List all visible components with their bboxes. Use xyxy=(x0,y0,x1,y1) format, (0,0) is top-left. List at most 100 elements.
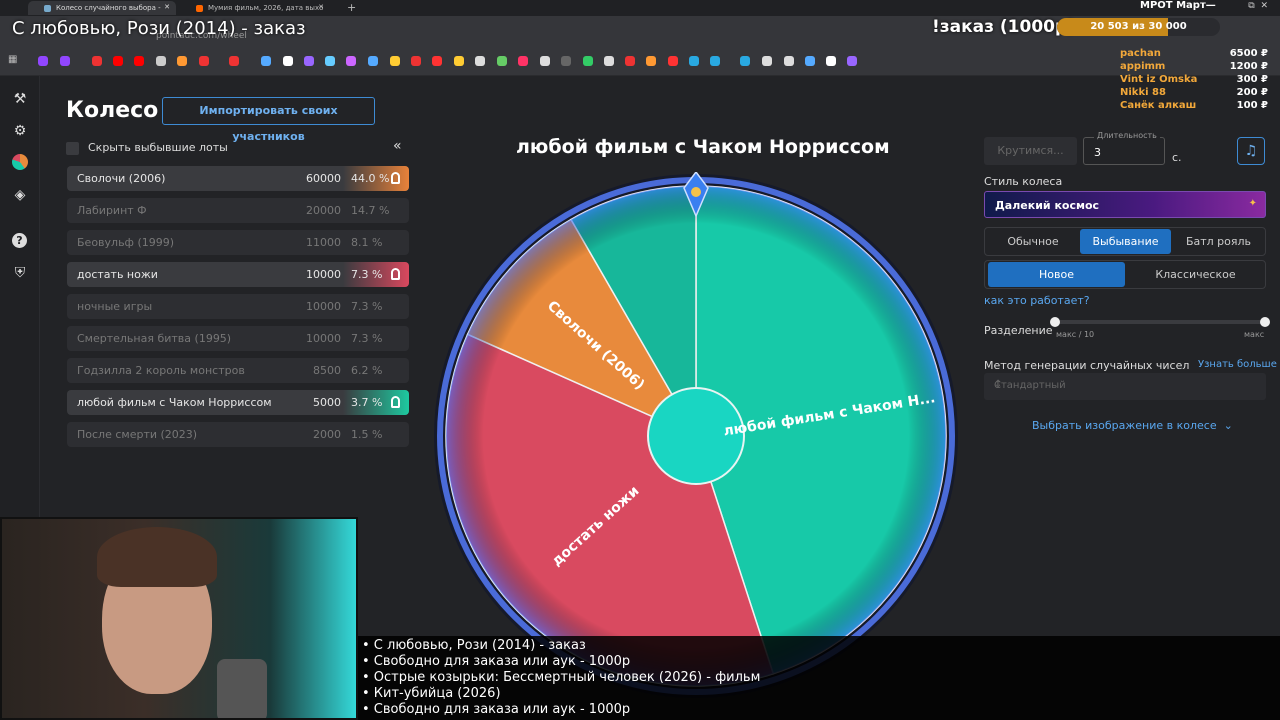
bookmark-icon[interactable] xyxy=(368,56,378,66)
bookmark-icon[interactable] xyxy=(113,56,123,66)
lot-row[interactable]: достать ножи 10000 7.3 % xyxy=(67,262,409,287)
duration-field[interactable]: Длительность 3 xyxy=(1083,131,1165,165)
bookmark-icon[interactable] xyxy=(411,56,421,66)
wheel-icon[interactable] xyxy=(12,154,28,170)
lot-name: ночные игры xyxy=(77,300,153,313)
lot-row[interactable]: любой фильм с Чаком Норриссом 5000 3.7 % xyxy=(67,390,409,415)
bookmark-icon[interactable] xyxy=(177,56,187,66)
mode-elimination[interactable]: Выбывание xyxy=(1080,229,1171,254)
bookmark-icon[interactable] xyxy=(304,56,314,66)
bookmark-icon[interactable] xyxy=(229,56,239,66)
bookmark-icon[interactable] xyxy=(540,56,550,66)
close-tab-icon[interactable]: ✕ xyxy=(164,3,170,11)
browser-tab-active[interactable]: Колесо случайного выбора - ✕ xyxy=(28,1,176,15)
lot-row[interactable]: Годзилла 2 король монстров 8500 6.2 % xyxy=(67,358,409,383)
wheel[interactable]: любой фильм с Чаком Н... достать ножи Свол… xyxy=(432,170,960,700)
bookmark-icon[interactable] xyxy=(646,56,656,66)
queue-item: • Свободно для заказа или аук - 1000р xyxy=(362,654,631,669)
lot-percent-value: 7.3 % xyxy=(351,268,383,281)
bookmark-icon[interactable] xyxy=(689,56,699,66)
duration-value: 3 xyxy=(1094,146,1101,159)
mode-normal[interactable]: Обычное xyxy=(988,229,1078,254)
bookmark-icon[interactable] xyxy=(283,56,293,66)
wheel-style-label: Стиль колеса xyxy=(984,175,1063,188)
donor-amount: 300 ₽ xyxy=(1236,74,1268,85)
lot-row[interactable]: Сволочи (2006) 60000 44.0 % xyxy=(67,166,409,191)
lot-row[interactable]: ночные игры 10000 7.3 % xyxy=(67,294,409,319)
browser-tab[interactable]: Мумия фильм, 2026, дата выхо ✕ xyxy=(180,1,330,15)
donor-name: Vint iz Omska xyxy=(1120,74,1198,85)
lot-row[interactable]: Беовульф (1999) 11000 8.1 % xyxy=(67,230,409,255)
gavel-icon[interactable]: ⚒ xyxy=(11,90,29,108)
bookmark-icon[interactable] xyxy=(710,56,720,66)
spin-button[interactable]: Крутимся... xyxy=(984,137,1077,165)
apps-grid-icon[interactable]: ▦ xyxy=(8,54,17,65)
split-slider-handle[interactable] xyxy=(1050,317,1060,327)
split-min-label: макс / 10 xyxy=(1056,330,1095,339)
hide-eliminated-checkbox[interactable] xyxy=(66,142,79,155)
split-slider-end[interactable] xyxy=(1260,317,1270,327)
bookmark-icon[interactable] xyxy=(762,56,772,66)
kinopoisk-favicon-icon xyxy=(196,5,203,12)
bookmark-icon[interactable] xyxy=(826,56,836,66)
lot-percent: 7.3 % xyxy=(343,294,409,319)
sparkle-icon: ✦ xyxy=(1248,198,1257,209)
bookmark-icon[interactable] xyxy=(583,56,593,66)
close-tab-icon[interactable]: ✕ xyxy=(318,3,324,11)
bookmark-icon[interactable] xyxy=(740,56,750,66)
bookmark-icon[interactable] xyxy=(325,56,335,66)
lot-row[interactable]: Лабиринт Ф 20000 14.7 % xyxy=(67,198,409,223)
bookmark-icon[interactable] xyxy=(668,56,678,66)
donor-name: Санёк алкаш xyxy=(1120,100,1197,111)
lot-percent-value: 1.5 % xyxy=(351,428,383,441)
collapse-list-button[interactable]: « xyxy=(393,138,402,154)
bookmark-icon[interactable] xyxy=(261,56,271,66)
split-slider[interactable] xyxy=(1050,317,1270,327)
rng-select[interactable]: Стандартный ⇕ xyxy=(984,373,1266,400)
how-it-works-link[interactable]: как это работает? xyxy=(984,294,1090,307)
window-controls[interactable]: ⧉ ✕ xyxy=(1248,1,1268,11)
music-note-icon[interactable]: ♫ xyxy=(1237,137,1265,165)
lot-row[interactable]: После смерти (2023) 2000 1.5 % xyxy=(67,422,409,447)
bookmark-icon[interactable] xyxy=(432,56,442,66)
donor-amount: 100 ₽ xyxy=(1236,100,1268,111)
donor-name: Nikki 88 xyxy=(1120,87,1166,98)
lot-amount: 10000 xyxy=(306,332,341,345)
layers-icon[interactable]: ◈ xyxy=(11,186,29,204)
bookmark-icon[interactable] xyxy=(475,56,485,66)
bookmark-icon[interactable] xyxy=(60,56,70,66)
mode-battle-royale[interactable]: Батл рояль xyxy=(1173,229,1264,254)
bookmark-icon[interactable] xyxy=(497,56,507,66)
gear-icon[interactable]: ⚙ xyxy=(11,122,29,140)
variant-classic[interactable]: Классическое xyxy=(1127,262,1264,287)
lot-percent-value: 7.3 % xyxy=(351,300,383,313)
bookmark-icon[interactable] xyxy=(390,56,400,66)
bookmark-icon[interactable] xyxy=(156,56,166,66)
bookmark-icon[interactable] xyxy=(38,56,48,66)
shield-icon[interactable]: ⛨ xyxy=(11,264,29,282)
lot-name: любой фильм с Чаком Норриссом xyxy=(77,396,272,409)
chevron-down-icon: ⌄ xyxy=(1220,419,1233,432)
bookmark-icon[interactable] xyxy=(346,56,356,66)
bookmark-icon[interactable] xyxy=(518,56,528,66)
bookmark-icon[interactable] xyxy=(847,56,857,66)
bookmark-icon[interactable] xyxy=(625,56,635,66)
rng-learn-more-link[interactable]: Узнать больше xyxy=(1198,359,1277,370)
new-tab-button[interactable]: + xyxy=(347,1,356,14)
bookmark-icon[interactable] xyxy=(604,56,614,66)
bookmark-icon[interactable] xyxy=(784,56,794,66)
lot-amount: 20000 xyxy=(306,204,341,217)
variant-toggle: Новое Классическое xyxy=(984,260,1266,289)
wheel-style-select[interactable]: Далекий космос ✦ xyxy=(984,191,1266,218)
bookmark-icon[interactable] xyxy=(134,56,144,66)
bookmark-icon[interactable] xyxy=(92,56,102,66)
choose-image-link[interactable]: Выбрать изображение в колесе ⌄ xyxy=(1032,419,1233,432)
bookmark-icon[interactable] xyxy=(561,56,571,66)
lot-row[interactable]: Смертельная битва (1995) 10000 7.3 % xyxy=(67,326,409,351)
bookmark-icon[interactable] xyxy=(454,56,464,66)
bookmark-icon[interactable] xyxy=(805,56,815,66)
help-icon[interactable]: ? xyxy=(12,233,27,248)
variant-new[interactable]: Новое xyxy=(988,262,1125,287)
bookmark-icon[interactable] xyxy=(199,56,209,66)
import-participants-button[interactable]: Импортировать своих участников xyxy=(162,97,375,143)
